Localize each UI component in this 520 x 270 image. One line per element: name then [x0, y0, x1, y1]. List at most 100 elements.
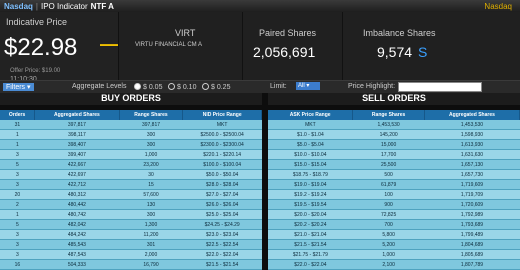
table-cell: 504,333	[34, 259, 120, 270]
paired-label: Paired Shares	[259, 28, 317, 38]
controls-bar: Filters ▾ Aggregate Levels $ 0.05 $ 0.10…	[0, 80, 520, 94]
table-row[interactable]: 3 487,543 2,000 $22.0 - $22.04	[0, 249, 262, 260]
table-row[interactable]: 31 397,817 397,817 MKT	[0, 120, 262, 130]
table-cell: 399,407	[34, 149, 120, 160]
table-cell: 1,453,530	[424, 120, 520, 130]
agg-option-0[interactable]: $ 0.05	[134, 83, 162, 91]
agg-option-label: $ 0.10	[177, 84, 197, 91]
table-row[interactable]: 5 482,042 1,300 $24.25 - $24.29	[0, 219, 262, 230]
table-row[interactable]: 3 484,242 11,200 $23.0 - $23.04	[0, 229, 262, 240]
table-row[interactable]: $18.75 - $18.79 500 1,657,730	[268, 169, 520, 180]
table-row[interactable]: $20.0 - $20.04 72,825 1,792,989	[268, 209, 520, 220]
highlight-label: Price Highlight:	[348, 83, 396, 90]
table-cell: 1,804,689	[424, 239, 520, 250]
table-row[interactable]: $15.0 - $15.04 25,500 1,657,130	[268, 159, 520, 170]
table-cell: 1,792,989	[424, 209, 520, 220]
table-cell: $100.0 - $100.04	[182, 159, 262, 170]
agg-option-2[interactable]: $ 0.25	[202, 83, 230, 91]
table-row[interactable]: $5.0 - $5.04 15,000 1,613,930	[268, 139, 520, 150]
column-header[interactable]: Aggregated Shares	[424, 110, 520, 120]
limit-select[interactable]: All ▾	[296, 82, 320, 90]
table-cell: $26.0 - $26.04	[182, 199, 262, 210]
table-cell: $21.5 - $21.54	[268, 239, 353, 250]
table-cell: $19.5 - $19.54	[268, 199, 353, 210]
table-row[interactable]: 3 399,407 1,000 $220.1 - $220.14	[0, 149, 262, 160]
table-cell: $21.75 - $21.79	[268, 249, 353, 260]
table-cell: 1,719,609	[424, 179, 520, 190]
table-cell: MKT	[268, 120, 353, 130]
top-right-link[interactable]: Nasdaq	[484, 2, 512, 11]
table-row[interactable]: $19.0 - $19.04 61,879 1,719,609	[268, 179, 520, 190]
table-cell: $23.0 - $23.04	[182, 229, 262, 240]
table-row[interactable]: 1 398,407 300 $2300.0 - $2300.04	[0, 139, 262, 150]
table-cell: 480,442	[34, 199, 120, 210]
price-marker: —	[100, 34, 118, 54]
table-row[interactable]: 1 480,742 300 $25.0 - $25.04	[0, 209, 262, 220]
ticker-title: NTF A	[90, 2, 114, 11]
filters-button[interactable]: Filters ▾	[3, 83, 34, 91]
table-cell: 72,825	[352, 209, 425, 220]
paired-value: 2,056,691	[253, 44, 316, 60]
table-row[interactable]: $21.0 - $21.04 5,800 1,799,489	[268, 229, 520, 240]
table-cell: 17,700	[352, 149, 425, 160]
brand-name: Nasdaq	[4, 2, 33, 11]
table-row[interactable]: $10.0 - $10.04 17,700 1,631,630	[268, 149, 520, 160]
table-cell: 700	[352, 219, 425, 230]
table-row[interactable]: $19.2 - $19.24 100 1,719,709	[268, 189, 520, 200]
table-row[interactable]: MKT 1,453,530 1,453,530	[268, 120, 520, 130]
table-cell: 900	[352, 199, 425, 210]
agg-option-1[interactable]: $ 0.10	[168, 83, 196, 91]
table-cell: 422,712	[34, 179, 120, 190]
column-header[interactable]: Aggregated Shares	[34, 110, 120, 120]
table-row[interactable]: $21.75 - $21.79 1,000 1,805,689	[268, 249, 520, 260]
agg-option-label: $ 0.25	[211, 84, 231, 91]
table-row[interactable]: 20 480,312 57,600 $27.0 - $27.04	[0, 189, 262, 200]
table-cell: 3	[0, 229, 35, 240]
table-row[interactable]: $1.0 - $1.04 145,200 1,598,930	[268, 129, 520, 140]
table-row[interactable]: $22.0 - $22.04 2,100 1,807,789	[268, 259, 520, 270]
column-header[interactable]: Orders	[0, 110, 36, 120]
table-cell: 397,817	[34, 120, 120, 130]
table-cell: $10.0 - $10.04	[268, 149, 353, 160]
table-row[interactable]: $19.5 - $19.54 900 1,720,609	[268, 199, 520, 210]
table-cell: 15,000	[352, 139, 425, 150]
table-row[interactable]: $20.2 - $20.24 700 1,793,689	[268, 219, 520, 230]
table-row[interactable]: 3 422,697 30 $50.0 - $50.04	[0, 169, 262, 180]
table-row[interactable]: $21.5 - $21.54 5,200 1,804,689	[268, 239, 520, 250]
table-cell: 3	[0, 239, 35, 250]
table-cell: $19.2 - $19.24	[268, 189, 353, 200]
indicative-price-panel: Indicative Price $22.98 — Offer Price: $…	[0, 12, 118, 83]
sell-orders-table: ASK Price Range Range Shares Aggregated Sh…	[268, 110, 520, 270]
table-cell: 100	[352, 189, 425, 200]
imbalance-value: 9,574	[377, 44, 413, 60]
column-header[interactable]: Range Shares	[352, 110, 425, 120]
table-row[interactable]: 3 422,712 15 $28.0 - $28.04	[0, 179, 262, 190]
table-cell: 1,300	[119, 219, 183, 230]
table-row[interactable]: 3 485,543 301 $22.5 - $22.54	[0, 239, 262, 250]
table-cell: 145,200	[352, 129, 425, 140]
table-cell: 3	[0, 249, 35, 260]
table-cell: 2	[0, 199, 35, 210]
table-cell: 1,799,489	[424, 229, 520, 240]
limit-label: Limit:	[270, 83, 287, 90]
table-cell: 484,242	[34, 229, 120, 240]
table-cell: 20	[0, 189, 35, 200]
column-header[interactable]: Range Shares	[119, 110, 184, 120]
table-cell: 300	[119, 129, 183, 140]
price-highlight-input[interactable]	[398, 82, 482, 92]
table-row[interactable]: 1 398,117 300 $2500.0 - $2500.04	[0, 129, 262, 140]
table-row[interactable]: 5 422,667 23,200 $100.0 - $100.04	[0, 159, 262, 170]
table-cell: 3	[0, 169, 35, 180]
table-cell: 300	[119, 139, 183, 150]
table-cell: 1,631,630	[424, 149, 520, 160]
table-cell: 23,200	[119, 159, 183, 170]
table-cell: 480,312	[34, 189, 120, 200]
table-cell: $20.2 - $20.24	[268, 219, 353, 230]
table-row[interactable]: 16 504,333 16,790 $21.5 - $21.54	[0, 259, 262, 270]
column-header[interactable]: ASK Price Range	[268, 110, 354, 120]
column-header[interactable]: NID Price Range	[182, 110, 262, 120]
table-row[interactable]: 2 480,442 130 $26.0 - $26.04	[0, 199, 262, 210]
table-cell: 422,697	[34, 169, 120, 180]
table-cell: $22.0 - $22.04	[182, 249, 262, 260]
table-cell: 480,742	[34, 209, 120, 220]
